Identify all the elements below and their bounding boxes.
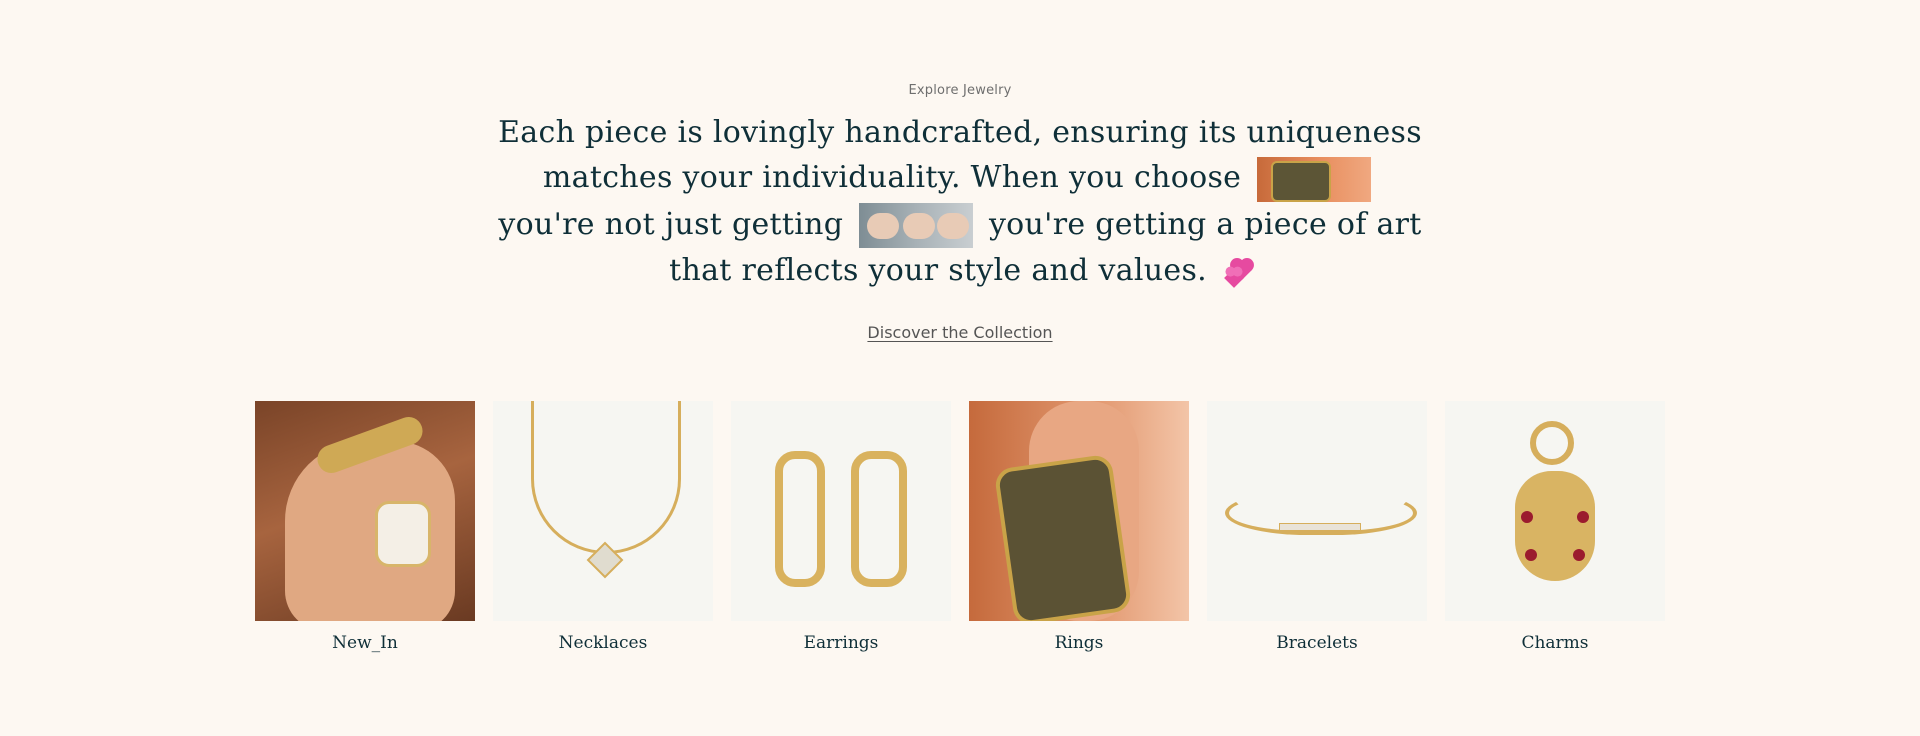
explore-section: Explore Jewelry Each piece is lovingly h… (0, 0, 1920, 343)
category-label: Necklaces (558, 633, 648, 653)
rings-image (969, 401, 1189, 621)
new-in-image (255, 401, 475, 621)
category-card-earrings[interactable]: Earrings (731, 401, 951, 653)
headline-text-2: you're not just getting (498, 206, 844, 242)
earrings-image (731, 401, 951, 621)
category-grid: New_In Necklaces Earrings Rings Bracelet… (255, 401, 1665, 653)
category-card-new-in[interactable]: New_In (255, 401, 475, 653)
category-card-charms[interactable]: Charms (1445, 401, 1665, 653)
category-label: Earrings (803, 633, 879, 653)
inline-ring-image (1257, 156, 1372, 202)
charms-image (1445, 401, 1665, 621)
category-label: Rings (1054, 633, 1104, 653)
discover-collection-link[interactable]: Discover the Collection (867, 323, 1052, 342)
eyebrow-label: Explore Jewelry (908, 83, 1012, 98)
two-hearts-icon (1223, 259, 1252, 288)
necklaces-image (493, 401, 713, 621)
category-label: Charms (1521, 633, 1589, 653)
category-label: New_In (332, 633, 398, 653)
category-label: Bracelets (1276, 633, 1358, 653)
bracelets-image (1207, 401, 1427, 621)
category-card-bracelets[interactable]: Bracelets (1207, 401, 1427, 653)
category-card-necklaces[interactable]: Necklaces (493, 401, 713, 653)
category-card-rings[interactable]: Rings (969, 401, 1189, 653)
inline-hands-image (859, 203, 974, 248)
headline: Each piece is lovingly handcrafted, ensu… (490, 110, 1430, 293)
